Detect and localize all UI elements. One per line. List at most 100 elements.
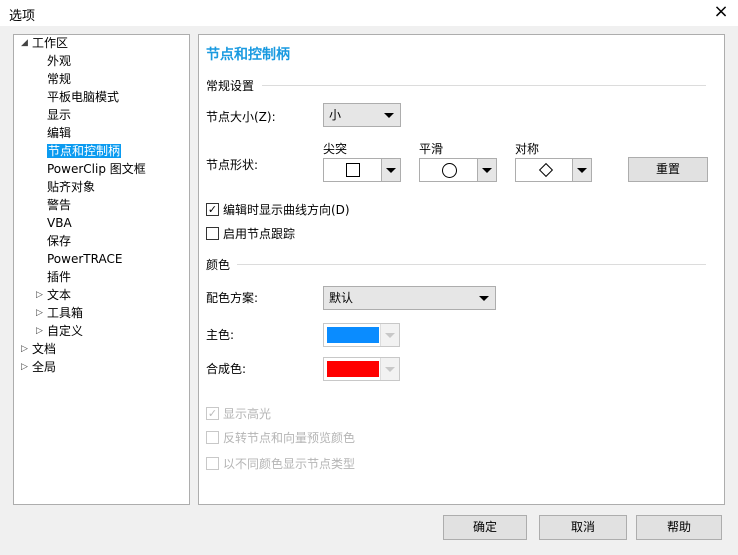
chevron-down-icon bbox=[577, 168, 587, 173]
help-button[interactable]: 帮助 bbox=[636, 515, 722, 540]
composite-color-swatch bbox=[327, 361, 379, 377]
tree-item-label: 节点和控制柄 bbox=[47, 144, 122, 158]
checkbox-box bbox=[206, 227, 219, 240]
reset-button[interactable]: 重置 bbox=[628, 157, 708, 182]
tree-item[interactable]: 插件 bbox=[47, 269, 71, 286]
tree-item[interactable]: 编辑 bbox=[47, 125, 71, 142]
different-colors-label: 以不同颜色显示节点类型 bbox=[223, 457, 356, 471]
tree-item[interactable]: 警告 bbox=[47, 197, 71, 214]
collapsed-arrow-icon[interactable]: ▷ bbox=[21, 359, 28, 376]
options-tree[interactable]: ◢ 工作区外观常规平板电脑模式 显示编辑节点和控制柄 PowerClip 图文框 贴齐对… bbox=[13, 34, 190, 505]
different-colors-checkbox[interactable]: 以不同颜色显示节点类型 bbox=[206, 455, 355, 472]
collapsed-arrow-icon[interactable]: ▷ bbox=[21, 341, 28, 358]
collapsed-arrow-icon[interactable]: ▷ bbox=[36, 287, 43, 304]
node-tracking-label: 启用节点跟踪 bbox=[223, 227, 296, 241]
tree-item[interactable]: ▷ 自定义 bbox=[36, 323, 84, 340]
general-section-heading: 常规设置 bbox=[206, 79, 255, 93]
collapsed-arrow-icon[interactable]: ▷ bbox=[36, 305, 43, 322]
scheme-label: 配色方案: bbox=[206, 291, 259, 305]
tree-item[interactable]: 平板电脑模式 bbox=[47, 89, 119, 106]
checkmark-icon: ✓ bbox=[206, 407, 219, 420]
node-size-label: 节点大小(Z): bbox=[206, 110, 276, 124]
node-size-dropdown[interactable]: 小 bbox=[323, 103, 401, 127]
page-title: 节点和控制柄 bbox=[206, 47, 290, 63]
tree-item[interactable]: VBA bbox=[47, 215, 72, 232]
tree-item-label: 自定义 bbox=[47, 324, 84, 338]
checkbox-box bbox=[206, 457, 219, 470]
checkmark-icon: ✓ bbox=[206, 203, 219, 216]
tree-item-label: PowerClip 图文框 bbox=[47, 162, 146, 176]
tree-item[interactable]: ▷ 文档 bbox=[21, 341, 57, 358]
tree-item[interactable]: ▷ 文本 bbox=[36, 287, 72, 304]
chevron-down-icon bbox=[386, 168, 396, 173]
node-shape-label: 节点形状: bbox=[206, 158, 259, 172]
title-bar bbox=[0, 0, 738, 26]
tree-item-label: 平板电脑模式 bbox=[47, 90, 120, 104]
chevron-down-icon bbox=[384, 113, 394, 118]
cusp-shape-dropdown[interactable] bbox=[323, 158, 401, 182]
tree-item[interactable]: 节点和控制柄 bbox=[47, 143, 122, 160]
tree-item[interactable]: 外观 bbox=[47, 53, 71, 70]
circle-icon bbox=[442, 163, 457, 178]
tree-item-label: PowerTRACE bbox=[47, 252, 123, 266]
tree-item-label: 文档 bbox=[32, 342, 57, 356]
smooth-shape-dropdown[interactable] bbox=[419, 158, 497, 182]
window-title: 选项 bbox=[9, 9, 36, 24]
settings-panel: 节点和控制柄 常规设置 节点大小(Z): 小 节点形状: 尖突 平滑 对称 重置… bbox=[198, 34, 725, 505]
tree-item-label: 插件 bbox=[47, 270, 72, 284]
symmetric-shape-dropdown[interactable] bbox=[515, 158, 592, 182]
cusp-label: 尖突 bbox=[323, 142, 348, 156]
tree-item[interactable]: 贴齐对象 bbox=[47, 179, 95, 196]
divider bbox=[262, 85, 706, 86]
tree-item-label: 全局 bbox=[32, 360, 57, 374]
show-direction-checkbox[interactable]: ✓ 编辑时显示曲线方向(D) bbox=[206, 201, 350, 218]
tree-item[interactable]: PowerTRACE bbox=[47, 251, 122, 268]
ok-button[interactable]: 确定 bbox=[443, 515, 527, 540]
tree-item-label: 贴齐对象 bbox=[47, 180, 96, 194]
chevron-down-icon bbox=[385, 367, 395, 372]
tree-item-label: 常规 bbox=[47, 72, 72, 86]
tree-item-label: 警告 bbox=[47, 198, 72, 212]
chevron-down-icon bbox=[482, 168, 492, 173]
invert-preview-checkbox[interactable]: 反转节点和向量预览颜色 bbox=[206, 429, 355, 446]
show-direction-label: 编辑时显示曲线方向(D) bbox=[223, 203, 350, 217]
cancel-button[interactable]: 取消 bbox=[539, 515, 627, 540]
smooth-label: 平滑 bbox=[419, 142, 444, 156]
chevron-down-icon bbox=[385, 333, 395, 338]
symmetric-label: 对称 bbox=[515, 142, 540, 156]
tree-item[interactable]: 常规 bbox=[47, 71, 71, 88]
tree-item-label: 显示 bbox=[47, 108, 72, 122]
tree-item[interactable]: PowerClip 图文框 bbox=[47, 161, 146, 178]
collapsed-arrow-icon[interactable]: ▷ bbox=[36, 323, 43, 340]
diamond-icon bbox=[538, 162, 554, 178]
show-highlight-checkbox[interactable]: ✓ 显示高光 bbox=[206, 405, 271, 422]
tree-item-label: 编辑 bbox=[47, 126, 72, 140]
divider bbox=[237, 264, 706, 265]
color-section-heading: 颜色 bbox=[206, 258, 231, 272]
composite-color-picker[interactable] bbox=[323, 357, 400, 381]
primary-color-picker[interactable] bbox=[323, 323, 400, 347]
primary-color-label: 主色: bbox=[206, 328, 235, 342]
tree-item[interactable]: ▷ 工具箱 bbox=[36, 305, 84, 322]
tree-item[interactable]: 保存 bbox=[47, 233, 71, 250]
tree-item-label: 工具箱 bbox=[47, 306, 84, 320]
tree-item-label: 外观 bbox=[47, 54, 72, 68]
tree-item-label: 保存 bbox=[47, 234, 72, 248]
tree-item[interactable]: 显示 bbox=[47, 107, 71, 124]
tree-item[interactable]: ◢ 工作区 bbox=[21, 35, 69, 52]
chevron-down-icon bbox=[479, 296, 489, 301]
checkbox-box bbox=[206, 431, 219, 444]
scheme-value: 默认 bbox=[329, 291, 354, 305]
primary-color-swatch bbox=[327, 327, 379, 343]
tree-item[interactable]: ▷ 全局 bbox=[21, 359, 57, 376]
close-icon[interactable]: × bbox=[710, 1, 732, 22]
composite-color-label: 合成色: bbox=[206, 362, 247, 376]
tree-item-label: 工作区 bbox=[32, 36, 69, 50]
node-tracking-checkbox[interactable]: 启用节点跟踪 bbox=[206, 225, 295, 242]
tree-item-label: 文本 bbox=[47, 288, 72, 302]
color-scheme-dropdown[interactable]: 默认 bbox=[323, 286, 496, 310]
expanded-arrow-icon[interactable]: ◢ bbox=[21, 35, 28, 52]
node-size-value: 小 bbox=[329, 108, 342, 122]
tree-item-label: VBA bbox=[47, 216, 72, 230]
square-icon bbox=[346, 163, 360, 177]
